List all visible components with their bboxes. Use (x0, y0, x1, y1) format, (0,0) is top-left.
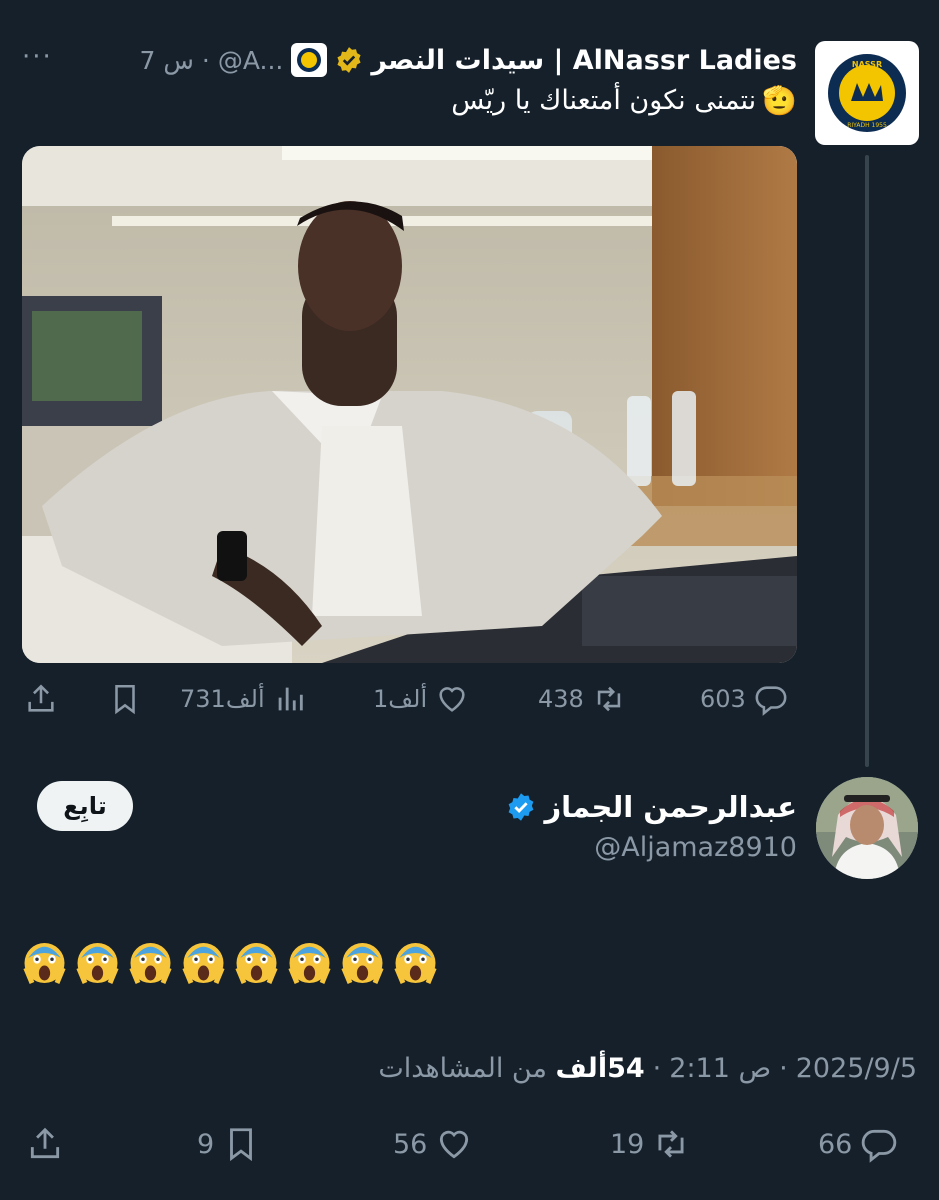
reply-icon (755, 686, 787, 716)
follow-button[interactable]: تابِع (37, 781, 133, 831)
bookmark-button[interactable]: 9 (197, 1125, 260, 1163)
quoted-author-handle[interactable]: @A... (218, 46, 284, 75)
tweet-meta: 2025/9/5 · 2:11 ص · 54ألف من المشاهدات (378, 1053, 917, 1084)
separator-dot: · (779, 1053, 788, 1084)
share-icon (28, 684, 54, 712)
quoted-retweet-button[interactable]: 438 (538, 682, 626, 716)
logo-top-text: NASSR (852, 60, 882, 69)
reply-icon (862, 1129, 897, 1163)
views-suffix: من المشاهدات (378, 1053, 547, 1084)
quoted-like-count: 1ألف (373, 685, 428, 713)
alnassr-logo: NASSR RIYADH 1955 (828, 54, 906, 132)
tweet-photo[interactable] (22, 146, 797, 663)
retweet-icon (597, 686, 621, 712)
bookmark-icon (115, 684, 135, 715)
retweet-icon (658, 1130, 684, 1158)
quoted-tweet-time[interactable]: 7 س (139, 46, 193, 75)
quoted-tweet-body: نتمنى نكون أمتعناك يا ريّس (451, 85, 757, 116)
verified-badge-icon (337, 47, 361, 73)
quoted-author-name[interactable]: سيدات النصر | AlNassr Ladies (371, 45, 797, 76)
thread-line (865, 155, 869, 767)
main-author-avatar[interactable] (816, 777, 918, 879)
main-tweet-header: عبدالرحمن الجماز (506, 786, 797, 828)
reply-button[interactable]: 66 (818, 1125, 898, 1163)
views-count: 54ألف (555, 1053, 645, 1084)
bookmark-icon (230, 1128, 253, 1162)
quoted-tweet-actions: 603 438 1ألف 731ألف (0, 682, 939, 722)
alnassr-ladies-avatar[interactable]: NASSR RIYADH 1955 (815, 41, 919, 145)
separator-dot: · (201, 45, 210, 75)
screaming-face-emoji (76, 943, 119, 984)
avatar-image (816, 777, 918, 879)
like-count: 56 (393, 1128, 428, 1160)
separator-dot: · (652, 1053, 662, 1084)
screaming-face-emoji (182, 943, 225, 984)
quoted-tweet-text: نتمنى نكون أمتعناك يا ريّس 🫡 (451, 84, 797, 117)
main-author-name[interactable]: عبدالرحمن الجماز (544, 790, 797, 824)
main-tweet-actions: 66 19 56 9 (0, 1125, 939, 1167)
quoted-bookmark-button[interactable] (108, 682, 142, 716)
saluting-face-emoji: 🫡 (762, 84, 797, 117)
bookmark-count: 9 (197, 1128, 215, 1160)
quoted-reply-count: 603 (700, 685, 746, 713)
quoted-retweet-count: 438 (538, 685, 584, 713)
main-author-handle[interactable]: @Aljamaz8910 (594, 832, 797, 863)
affiliate-badge-icon (291, 43, 328, 77)
views-label: 54ألف من المشاهدات (378, 1053, 644, 1084)
quoted-like-button[interactable]: 1ألف (373, 682, 469, 716)
screaming-face-emoji (341, 943, 384, 984)
tweet-date[interactable]: 2025/9/5 (796, 1053, 917, 1084)
reply-count: 66 (818, 1128, 853, 1160)
quoted-views-button[interactable]: 731ألف (180, 682, 307, 716)
photo-image (22, 146, 797, 663)
share-button[interactable] (26, 1125, 64, 1163)
quoted-tweet-header: سيدات النصر | AlNassr Ladies @A... · 7 س (37, 40, 797, 80)
screaming-face-emoji (129, 943, 172, 984)
like-icon (440, 1130, 469, 1159)
screaming-face-emoji (235, 943, 278, 984)
views-icon (278, 687, 303, 711)
screaming-face-emoji (288, 943, 331, 984)
retweet-count: 19 (610, 1128, 645, 1160)
quoted-views-count: 731ألف (180, 685, 265, 713)
retweet-button[interactable]: 19 (610, 1125, 690, 1163)
logo-bottom-text: RIYADH 1955 (847, 122, 887, 129)
screaming-face-emoji (23, 943, 66, 984)
tweet-time[interactable]: 2:11 ص (669, 1053, 771, 1084)
screaming-face-emoji (394, 943, 437, 984)
verified-badge-icon (509, 793, 534, 821)
quoted-share-button[interactable] (24, 682, 58, 716)
main-tweet-text: 😱😱😱😱😱😱😱😱 (22, 940, 438, 986)
share-icon (30, 1127, 60, 1159)
like-button[interactable]: 56 (393, 1125, 473, 1163)
quoted-reply-button[interactable]: 603 (700, 682, 788, 716)
like-icon (439, 687, 465, 712)
